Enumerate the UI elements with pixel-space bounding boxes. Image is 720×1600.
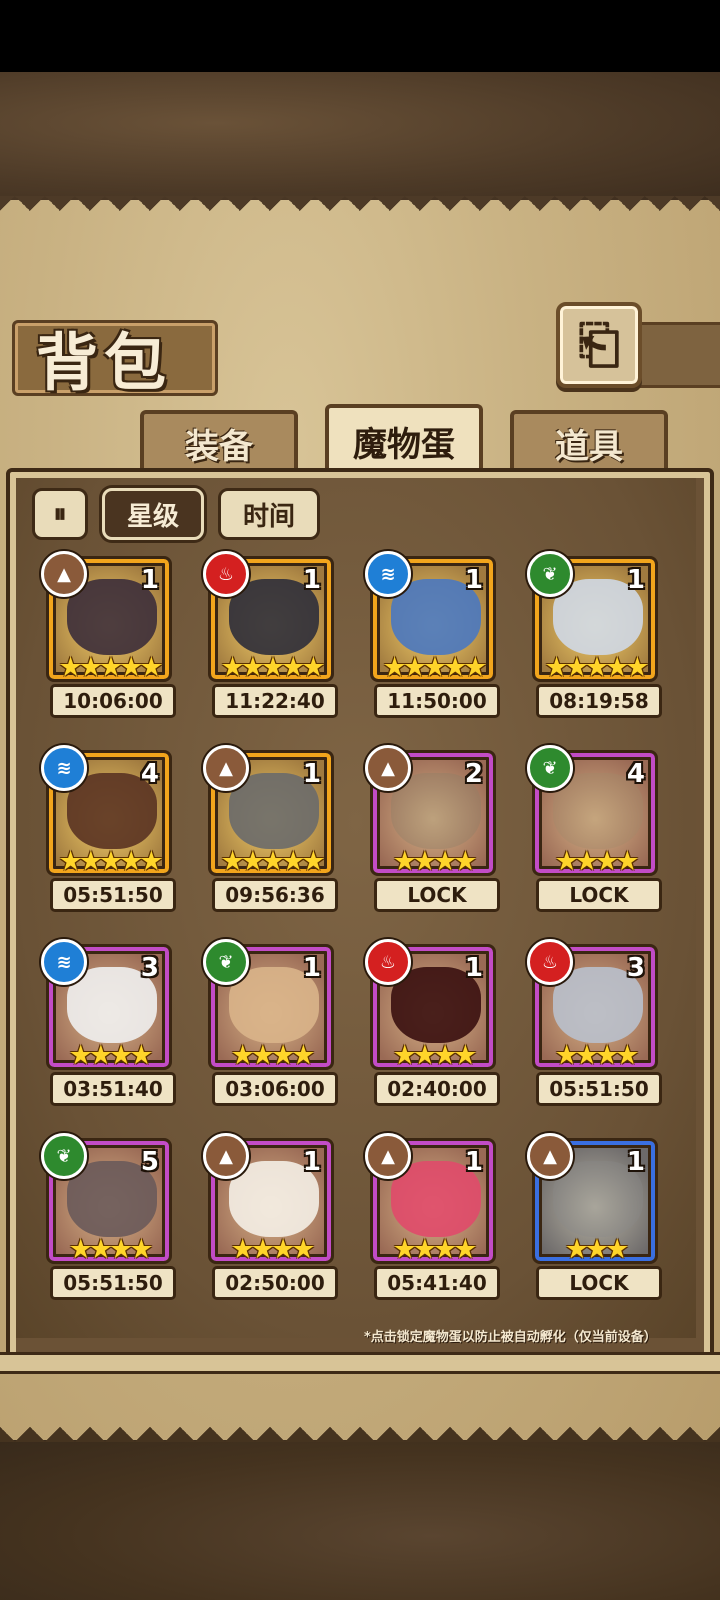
egg-card-shield-egg[interactable]: 3 ♨ ★★★★ 05:51:50 <box>527 939 662 1106</box>
hatch-timer: 05:51:50 <box>50 1266 176 1300</box>
mountain-icon: ▲ <box>365 745 411 791</box>
star-rating: ★★★★ <box>68 1234 154 1265</box>
hatch-timer: 05:51:50 <box>536 1072 662 1106</box>
flame-icon: ♨ <box>203 551 249 597</box>
hatch-timer: 02:40:00 <box>374 1072 500 1106</box>
sort-time-button[interactable]: 时间 <box>218 488 320 540</box>
star-rating: ★★★★ <box>392 846 478 877</box>
sort-star-button[interactable]: 星级 <box>102 488 204 540</box>
star-rating: ★★★★ <box>554 1040 640 1071</box>
star-rating: ★★★★ <box>230 1040 316 1071</box>
egg-count: 1 <box>302 953 321 983</box>
egg-card-shark-helmet-egg[interactable]: 1 ≋ ★★★★★ 11:50:00 <box>365 551 500 718</box>
hatch-timer: 02:50:00 <box>212 1266 338 1300</box>
tab-monster-eggs[interactable]: 魔物蛋 <box>325 404 483 474</box>
mountain-icon: ▲ <box>41 551 87 597</box>
star-rating: ★★★★ <box>392 1234 478 1265</box>
page-title: 背包 <box>36 326 173 399</box>
wave-icon: ≋ <box>41 939 87 985</box>
hatch-timer: 03:51:40 <box>50 1072 176 1106</box>
lock-label: LOCK <box>536 878 662 912</box>
egg-count: 1 <box>464 1147 483 1177</box>
star-rating: ★★★★★ <box>220 652 325 683</box>
wave-icon: ≋ <box>365 551 411 597</box>
leaf-icon: ❦ <box>41 1133 87 1179</box>
flame-icon: ♨ <box>365 939 411 985</box>
star-rating: ★★★★★ <box>220 846 325 877</box>
egg-count: 1 <box>464 953 483 983</box>
map-background-bottom <box>0 1440 720 1600</box>
egg-count: 1 <box>626 1147 645 1177</box>
tab-equipment[interactable]: 装备 <box>140 410 298 472</box>
egg-card-spiky-rock-egg[interactable]: 1 ▲ ★★★★★ 09:56:36 <box>203 745 338 912</box>
egg-card-book-egg[interactable]: 1 ▲ ★★★ LOCK <box>527 1133 662 1300</box>
hatch-timer: 10:06:00 <box>50 684 176 718</box>
egg-card-beetle-egg[interactable]: 2 ▲ ★★★★ LOCK <box>365 745 500 912</box>
egg-count: 3 <box>140 953 159 983</box>
star-rating: ★★★★★ <box>58 652 163 683</box>
hatch-timer: 05:51:50 <box>50 878 176 912</box>
egg-count: 4 <box>626 759 645 789</box>
egg-card-plant-bulb-egg[interactable]: 4 ❦ ★★★★ LOCK <box>527 745 662 912</box>
back-button[interactable]: ⎗ <box>556 302 642 388</box>
egg-card-panda-skull-egg[interactable]: 3 ≋ ★★★★ 03:51:40 <box>41 939 176 1106</box>
star-rating: ★★★★★ <box>382 652 487 683</box>
star-rating: ★★★ <box>564 1234 630 1265</box>
hatch-timer: 08:19:58 <box>536 684 662 718</box>
leaf-icon: ❦ <box>203 939 249 985</box>
torn-edge-top <box>0 196 720 226</box>
star-rating: ★★★★ <box>230 1234 316 1265</box>
sort-order-button[interactable]: ⏸ <box>32 488 88 540</box>
egg-card-kunai-egg[interactable]: 5 ❦ ★★★★ 05:51:50 <box>41 1133 176 1300</box>
egg-count: 3 <box>626 953 645 983</box>
wave-icon: ≋ <box>41 745 87 791</box>
panel-bottom-rail <box>0 1352 720 1374</box>
egg-card-tiger-egg[interactable]: 1 ❦ ★★★★ 03:06:00 <box>203 939 338 1106</box>
return-arrow-icon: ⎗ <box>578 314 620 375</box>
mountain-icon: ▲ <box>203 1133 249 1179</box>
star-rating: ★★★★ <box>392 1040 478 1071</box>
egg-count: 4 <box>140 759 159 789</box>
lock-hint-text: *点击锁定魔物蛋以防止被自动孵化（仅当前设备） <box>364 1330 657 1345</box>
star-rating: ★★★★★ <box>58 846 163 877</box>
status-bar <box>0 0 720 72</box>
egg-card-twisted-staff-egg[interactable]: 4 ≋ ★★★★★ 05:51:50 <box>41 745 176 912</box>
egg-count: 1 <box>464 565 483 595</box>
egg-count: 1 <box>140 565 159 595</box>
hatch-timer: 09:56:36 <box>212 878 338 912</box>
leaf-icon: ❦ <box>527 551 573 597</box>
egg-card-pirate-hat-egg[interactable]: 1 ♨ ★★★★★ 11:22:40 <box>203 551 338 718</box>
map-background-top <box>0 72 720 200</box>
mountain-icon: ▲ <box>203 745 249 791</box>
hatch-timer: 11:50:00 <box>374 684 500 718</box>
mountain-icon: ▲ <box>527 1133 573 1179</box>
leaf-icon: ❦ <box>527 745 573 791</box>
back-rail <box>634 322 720 388</box>
hatch-timer: 03:06:00 <box>212 1072 338 1106</box>
mountain-icon: ▲ <box>365 1133 411 1179</box>
star-rating: ★★★★ <box>68 1040 154 1071</box>
egg-card-coffin-egg[interactable]: 1 ▲ ★★★★★ 10:06:00 <box>41 551 176 718</box>
egg-count: 1 <box>626 565 645 595</box>
flame-icon: ♨ <box>527 939 573 985</box>
sort-order-icon: ⏸ <box>53 498 67 529</box>
egg-card-thorn-egg[interactable]: 1 ▲ ★★★★ 05:41:40 <box>365 1133 500 1300</box>
hatch-timer: 11:22:40 <box>212 684 338 718</box>
egg-count: 1 <box>302 759 321 789</box>
lock-label: LOCK <box>374 878 500 912</box>
egg-count: 1 <box>302 1147 321 1177</box>
egg-count: 5 <box>140 1147 159 1177</box>
egg-count: 2 <box>464 759 483 789</box>
hatch-timer: 05:41:40 <box>374 1266 500 1300</box>
egg-count: 1 <box>302 565 321 595</box>
star-rating: ★★★★★ <box>544 652 649 683</box>
lock-label: LOCK <box>536 1266 662 1300</box>
torn-edge-bottom <box>0 1412 720 1442</box>
egg-card-shell-egg[interactable]: 1 ▲ ★★★★ 02:50:00 <box>203 1133 338 1300</box>
egg-card-lava-egg[interactable]: 1 ♨ ★★★★ 02:40:00 <box>365 939 500 1106</box>
star-rating: ★★★★ <box>554 846 640 877</box>
egg-card-pocket-watch-egg[interactable]: 1 ❦ ★★★★★ 08:19:58 <box>527 551 662 718</box>
tab-items[interactable]: 道具 <box>510 410 668 472</box>
